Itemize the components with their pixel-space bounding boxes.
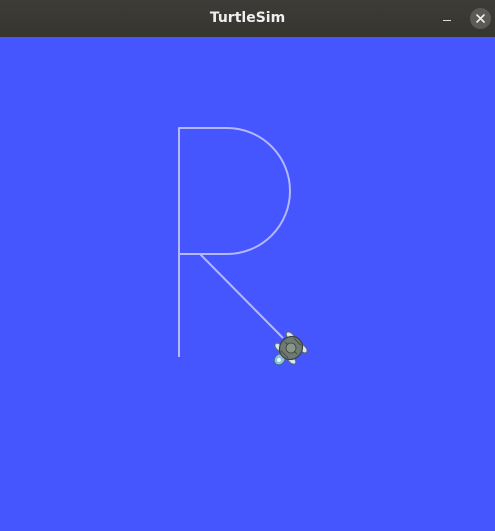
turtle-icon (273, 331, 308, 366)
window-title: TurtleSim (209, 10, 286, 26)
window-titlebar[interactable]: TurtleSim (0, 0, 495, 37)
close-button[interactable] (470, 8, 491, 29)
turtlesim-window: TurtleSim (0, 0, 495, 531)
pen-trail (178, 127, 291, 357)
drawing-surface (178, 127, 308, 366)
minimize-icon (443, 20, 451, 21)
minimize-button[interactable] (436, 8, 458, 30)
turtle-canvas (0, 37, 495, 531)
close-icon (476, 14, 485, 23)
